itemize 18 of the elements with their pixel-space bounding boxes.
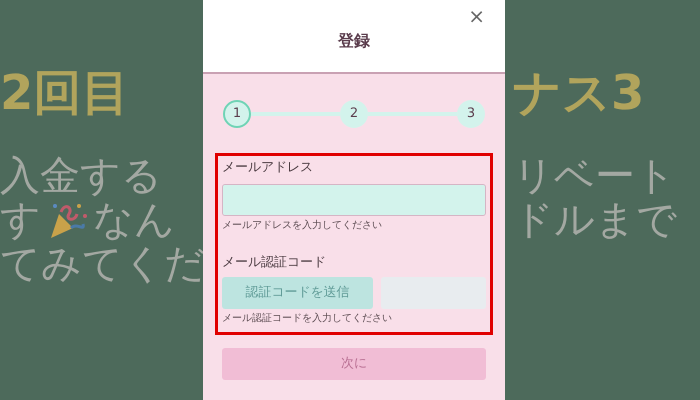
banner-text: てみてくだ bbox=[0, 242, 203, 286]
headline-text: 2回目 bbox=[0, 66, 130, 120]
headline-text: ナス3 bbox=[513, 66, 646, 120]
banner-text: 入金する bbox=[0, 154, 163, 198]
step-indicator: 3 bbox=[457, 100, 485, 128]
close-button[interactable]: × bbox=[468, 6, 485, 26]
banner-text: リベート bbox=[513, 154, 677, 198]
field-hint: メール認証コードを入力してください bbox=[222, 312, 393, 326]
banner-text: す bbox=[0, 198, 41, 242]
banner-text: なん bbox=[93, 198, 175, 242]
dialog-title: 登録 bbox=[338, 30, 370, 52]
step-indicator: 1 bbox=[223, 100, 251, 128]
email-field[interactable] bbox=[222, 184, 486, 216]
banner-text: ドルまで bbox=[513, 198, 678, 242]
field-label: メール認証コード bbox=[222, 254, 327, 272]
field-label: メールアドレス bbox=[222, 159, 314, 177]
step-indicator: 2 bbox=[340, 100, 368, 128]
field-hint: メールアドレスを入力してください bbox=[222, 219, 383, 233]
